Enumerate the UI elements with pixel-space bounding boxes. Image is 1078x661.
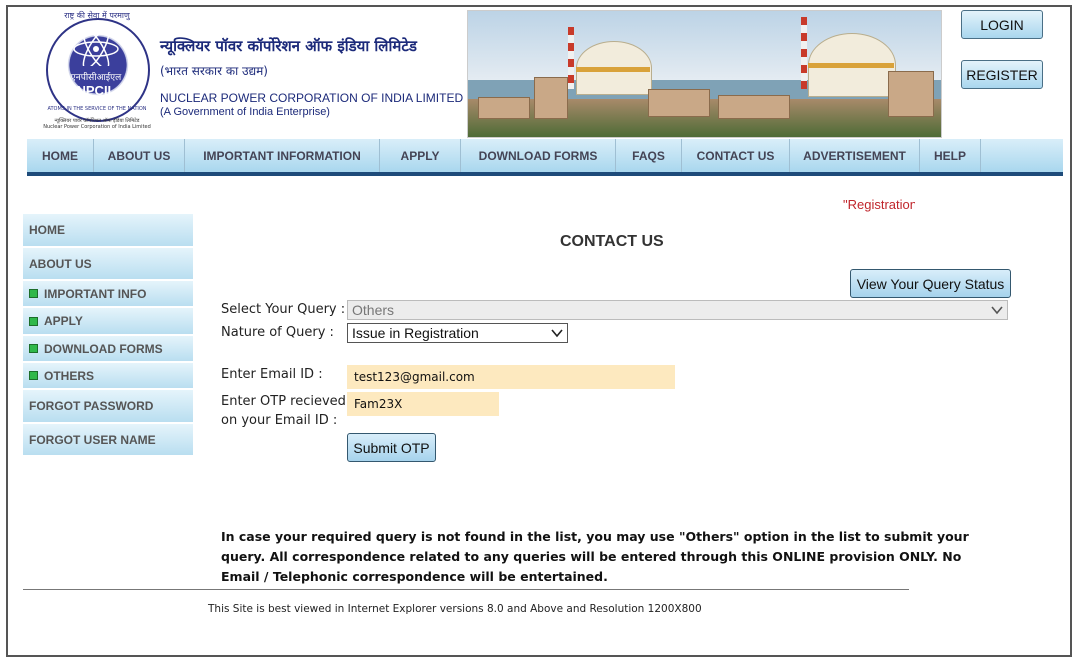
- nav-apply[interactable]: APPLY: [380, 139, 461, 172]
- logo-ring-bottom: ATOMS IN THE SERVICE OF THE NATION: [47, 106, 147, 112]
- otp-label-line1: Enter OTP recieved: [221, 394, 346, 409]
- sidebar-item-label: ABOUT US: [29, 256, 92, 271]
- nav-about-us[interactable]: ABOUT US: [94, 139, 185, 172]
- org-name-hindi: न्यूक्लियर पॉवर कॉर्पोरेशन ऑफ इंडिया लिम…: [160, 37, 417, 55]
- view-query-status-button[interactable]: View Your Query Status: [850, 269, 1011, 298]
- otp-field[interactable]: Fam23X: [347, 392, 499, 416]
- sidebar-item-label: IMPORTANT INFO: [44, 286, 147, 301]
- footer-divider: [23, 589, 909, 590]
- sidebar-item-about-us[interactable]: ABOUT US: [23, 248, 193, 281]
- nature-query-dropdown[interactable]: Issue in Registration: [347, 323, 568, 343]
- logo-foot-eng: Nuclear Power Corporation of India Limit…: [43, 124, 151, 130]
- email-label: Enter Email ID :: [221, 367, 323, 382]
- login-button[interactable]: LOGIN: [961, 10, 1043, 39]
- select-query-dropdown[interactable]: Others: [347, 300, 1008, 320]
- page-title: CONTACT US: [560, 233, 664, 250]
- sidebar-item-home[interactable]: HOME: [23, 214, 193, 248]
- sidebar-item-label: FORGOT USER NAME: [29, 432, 156, 447]
- sidebar-item-download-forms[interactable]: DOWNLOAD FORMS: [23, 336, 193, 363]
- bullet-icon: [29, 316, 38, 326]
- logo-npcil-text: NPCIL: [76, 83, 116, 98]
- otp-label-line2: on your Email ID :: [221, 413, 338, 428]
- nav-home[interactable]: HOME: [27, 139, 94, 172]
- sidebar-menu: HOME ABOUT US IMPORTANT INFO APPLY DOWNL…: [23, 214, 193, 457]
- nav-help[interactable]: HELP: [920, 139, 981, 172]
- sidebar-item-label: OTHERS: [44, 368, 95, 383]
- bullet-icon: [29, 289, 38, 298]
- nav-download-forms[interactable]: DOWNLOAD FORMS: [461, 139, 616, 172]
- announcement-marquee[interactable]: "Registration: [843, 197, 915, 212]
- bullet-icon: [29, 344, 38, 353]
- nav-important-information[interactable]: IMPORTANT INFORMATION: [185, 139, 380, 172]
- npcil-logo: राष्ट्र की सेवा में परमाणु एनपीसीआईएल NP…: [38, 10, 156, 130]
- atom-icon: [73, 32, 119, 66]
- chevron-down-icon: [991, 306, 1003, 315]
- submit-otp-button[interactable]: Submit OTP: [347, 433, 436, 462]
- logo-hindi-text: एनपीसीआईएल: [70, 72, 122, 82]
- sidebar-item-apply[interactable]: APPLY: [23, 308, 193, 336]
- sidebar-item-forgot-password[interactable]: FORGOT PASSWORD: [23, 390, 193, 424]
- nav-contact-us[interactable]: CONTACT US: [682, 139, 790, 172]
- org-sub: (A Government of India Enterprise): [160, 106, 330, 118]
- top-navigation: HOME ABOUT US IMPORTANT INFORMATION APPL…: [27, 139, 1063, 176]
- email-field[interactable]: test123@gmail.com: [347, 365, 675, 389]
- select-query-label: Select Your Query :: [221, 302, 346, 317]
- plant-banner-image: [467, 10, 942, 138]
- sidebar-item-important-info[interactable]: IMPORTANT INFO: [23, 281, 193, 308]
- sidebar-item-forgot-user-name[interactable]: FORGOT USER NAME: [23, 424, 193, 457]
- nature-query-label: Nature of Query :: [221, 325, 334, 340]
- select-query-value: Others: [352, 302, 395, 318]
- sidebar-item-label: HOME: [29, 223, 65, 237]
- browser-recommendation-text: This Site is best viewed in Internet Exp…: [208, 603, 702, 615]
- nav-advertisement[interactable]: ADVERTISEMENT: [790, 139, 920, 172]
- sidebar-item-label: DOWNLOAD FORMS: [44, 341, 163, 356]
- bullet-icon: [29, 371, 38, 380]
- sidebar-item-label: APPLY: [44, 314, 83, 328]
- nav-faqs[interactable]: FAQS: [616, 139, 682, 172]
- chevron-down-icon: [551, 329, 563, 338]
- query-notice-text: In case your required query is not found…: [221, 529, 969, 584]
- nature-query-value: Issue in Registration: [352, 325, 479, 341]
- logo-text: एनपीसीआईएल NPCIL: [56, 70, 136, 98]
- register-button[interactable]: REGISTER: [961, 60, 1043, 89]
- org-sub-hindi: (भारत सरकार का उद्यम): [160, 64, 268, 78]
- sidebar-item-label: FORGOT PASSWORD: [29, 399, 154, 413]
- sidebar-item-others[interactable]: OTHERS: [23, 363, 193, 390]
- org-name: NUCLEAR POWER CORPORATION OF INDIA LIMIT…: [160, 91, 464, 105]
- logo-footer: न्यूक्लियर पावर कॉर्पोरेशन ऑफ इंडिया लिम…: [38, 118, 156, 130]
